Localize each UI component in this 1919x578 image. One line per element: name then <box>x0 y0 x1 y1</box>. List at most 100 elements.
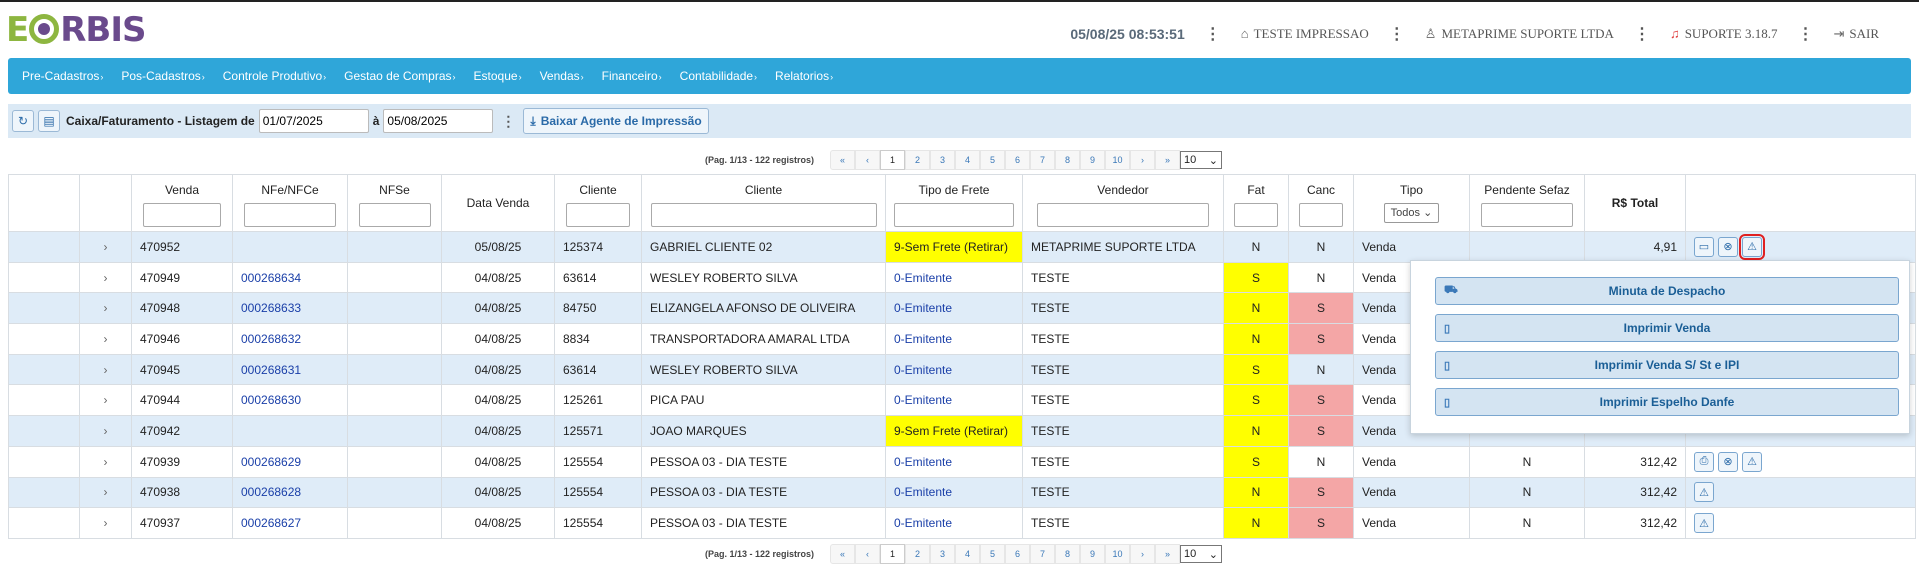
nav-controle-produtivo[interactable]: Controle Produtivo <box>223 69 326 83</box>
table-row[interactable]: › 470938 000268628 04/08/25 125554 PESSOA 03 … <box>8 476 1916 509</box>
nfe-filter-input[interactable] <box>244 203 336 227</box>
chevron-right-icon[interactable]: › <box>104 240 108 254</box>
nav-pos-cadastros[interactable]: Pos-Cadastros <box>121 69 204 83</box>
chevron-right-icon[interactable]: › <box>104 485 108 499</box>
nfe-cell[interactable]: 000268628 <box>232 476 348 509</box>
page-next-button[interactable]: › <box>1130 150 1155 170</box>
refresh-button[interactable]: ↻ <box>12 110 34 132</box>
page-button[interactable]: 7 <box>1030 150 1055 170</box>
nfe-link[interactable]: 000268627 <box>241 516 301 530</box>
imprimir-espelho-danfe-button[interactable]: ▯ Imprimir Espelho Danfe <box>1435 388 1899 416</box>
page-first-button[interactable]: « <box>830 544 855 564</box>
page-button[interactable]: 7 <box>1030 544 1055 564</box>
row-expand-cell[interactable]: › <box>79 261 132 294</box>
chevron-right-icon[interactable]: › <box>104 271 108 285</box>
page-button[interactable]: 5 <box>980 544 1005 564</box>
page-next-button[interactable]: › <box>1130 544 1155 564</box>
cliente-filter-input[interactable] <box>650 203 877 227</box>
print-icon[interactable]: ⎙ <box>1694 451 1714 472</box>
chevron-right-icon[interactable]: › <box>104 301 108 315</box>
nfe-link[interactable]: 000268629 <box>241 455 301 469</box>
venda-filter-input[interactable] <box>143 203 221 227</box>
fat-filter-input[interactable] <box>1234 203 1278 227</box>
nfse-filter-input[interactable] <box>358 203 431 227</box>
nav-pre-cadastros[interactable]: Pre-Cadastros <box>22 69 103 83</box>
date-from-input[interactable] <box>258 109 369 133</box>
page-button[interactable]: 5 <box>980 150 1005 170</box>
nfe-cell[interactable]: 000268627 <box>232 507 348 539</box>
minuta-despacho-button[interactable]: ⛟ Minuta de Despacho <box>1435 277 1899 305</box>
nfe-link[interactable]: 000268633 <box>241 301 301 315</box>
kebab-icon[interactable]: ⋮ <box>1383 24 1411 44</box>
chevron-right-icon[interactable]: › <box>104 455 108 469</box>
row-expand-cell[interactable]: › <box>79 445 132 478</box>
row-expand-cell[interactable]: › <box>79 507 132 539</box>
cliente-cod-filter-input[interactable] <box>566 203 630 227</box>
table-row[interactable]: › 470939 000268629 04/08/25 125554 PESSOA 03 … <box>8 445 1916 478</box>
nav-contabilidade[interactable]: Contabilidade <box>680 69 757 83</box>
orbis-logo[interactable]: E RBIS <box>6 10 146 50</box>
page-button[interactable]: 9 <box>1080 150 1105 170</box>
page-size-select[interactable]: 10 ⌄ <box>1180 545 1222 563</box>
row-expand-cell[interactable]: › <box>79 415 132 447</box>
chevron-right-icon[interactable]: › <box>104 363 108 377</box>
chevron-right-icon[interactable]: › <box>104 424 108 438</box>
table-row[interactable]: › 470937 000268627 04/08/25 125554 PESSOA 03 … <box>8 507 1916 539</box>
support-menu[interactable]: ♫ SUPORTE 3.18.7 <box>1670 26 1778 42</box>
page-prev-button[interactable]: ‹ <box>855 544 880 564</box>
tipo-filter-select[interactable]: Todos ⌄ <box>1383 203 1440 223</box>
nfe-cell[interactable]: 000268633 <box>232 292 348 325</box>
row-expand-cell[interactable]: › <box>79 384 132 417</box>
page-first-button[interactable]: « <box>830 150 855 170</box>
cancel-icon[interactable]: ⊗ <box>1718 236 1738 257</box>
nfe-link[interactable]: 000268630 <box>241 393 301 407</box>
export-button[interactable]: ▤ <box>38 110 60 132</box>
page-button[interactable]: 9 <box>1080 544 1105 564</box>
nfe-cell[interactable]: 000268634 <box>232 261 348 294</box>
page-button[interactable]: 8 <box>1055 544 1080 564</box>
nav-gestao-compras[interactable]: Gestao de Compras <box>344 69 455 83</box>
warning-icon[interactable]: ⚠ <box>1694 513 1714 534</box>
page-button[interactable]: 10 <box>1105 544 1130 564</box>
vendedor-filter-input[interactable] <box>1037 203 1209 227</box>
kebab-icon[interactable]: ⋮ <box>1199 24 1227 44</box>
nfe-link[interactable]: 000268628 <box>241 485 301 499</box>
page-last-button[interactable]: » <box>1155 544 1180 564</box>
nav-financeiro[interactable]: Financeiro <box>602 69 662 83</box>
kebab-icon[interactable]: ⋮ <box>1628 24 1656 44</box>
page-button[interactable]: 4 <box>955 150 980 170</box>
logout-button[interactable]: ⇥ SAIR <box>1833 26 1879 42</box>
page-button[interactable]: 3 <box>930 544 955 564</box>
page-button[interactable]: 10 <box>1105 150 1130 170</box>
nfe-link[interactable]: 000268632 <box>241 332 301 346</box>
row-expand-cell[interactable]: › <box>79 231 132 263</box>
nav-relatorios[interactable]: Relatorios <box>775 69 833 83</box>
nfe-cell[interactable]: 000268629 <box>232 445 348 478</box>
page-size-select[interactable]: 10 ⌄ <box>1180 151 1222 169</box>
cancel-icon[interactable]: ⊗ <box>1718 451 1738 472</box>
page-button[interactable]: 2 <box>905 150 930 170</box>
row-expand-cell[interactable]: › <box>79 353 132 386</box>
nfe-cell[interactable]: 000268631 <box>232 353 348 386</box>
user-menu[interactable]: ♙ METAPRIME SUPORTE LTDA <box>1425 26 1614 42</box>
page-button[interactable]: 1 <box>880 150 905 170</box>
row-expand-cell[interactable]: › <box>79 476 132 509</box>
table-row[interactable]: › 470952 05/08/25 125374 GABRIEL CLIENTE 02 9… <box>8 231 1916 263</box>
imprimir-venda-button[interactable]: ▯ Imprimir Venda <box>1435 314 1899 342</box>
chevron-right-icon[interactable]: › <box>104 332 108 346</box>
nfe-cell[interactable]: 000268630 <box>232 384 348 417</box>
kebab-icon[interactable]: ⋮ <box>1791 24 1819 44</box>
imprimir-venda-sem-st-ipi-button[interactable]: ▯ Imprimir Venda S/ St e IPI <box>1435 351 1899 379</box>
printer-selector[interactable]: ⌂ TESTE IMPRESSAO <box>1241 26 1369 42</box>
nfe-link[interactable]: 000268634 <box>241 271 301 285</box>
page-button[interactable]: 4 <box>955 544 980 564</box>
open-sale-icon[interactable]: ▭ <box>1694 236 1714 257</box>
warning-icon[interactable]: ⚠ <box>1739 233 1765 260</box>
page-button[interactable]: 1 <box>880 544 905 564</box>
row-expand-cell[interactable]: › <box>79 323 132 355</box>
page-button[interactable]: 6 <box>1005 150 1030 170</box>
nav-vendas[interactable]: Vendas <box>540 69 584 83</box>
page-last-button[interactable]: » <box>1155 150 1180 170</box>
warning-icon[interactable]: ⚠ <box>1742 451 1762 472</box>
date-to-input[interactable] <box>383 109 494 133</box>
